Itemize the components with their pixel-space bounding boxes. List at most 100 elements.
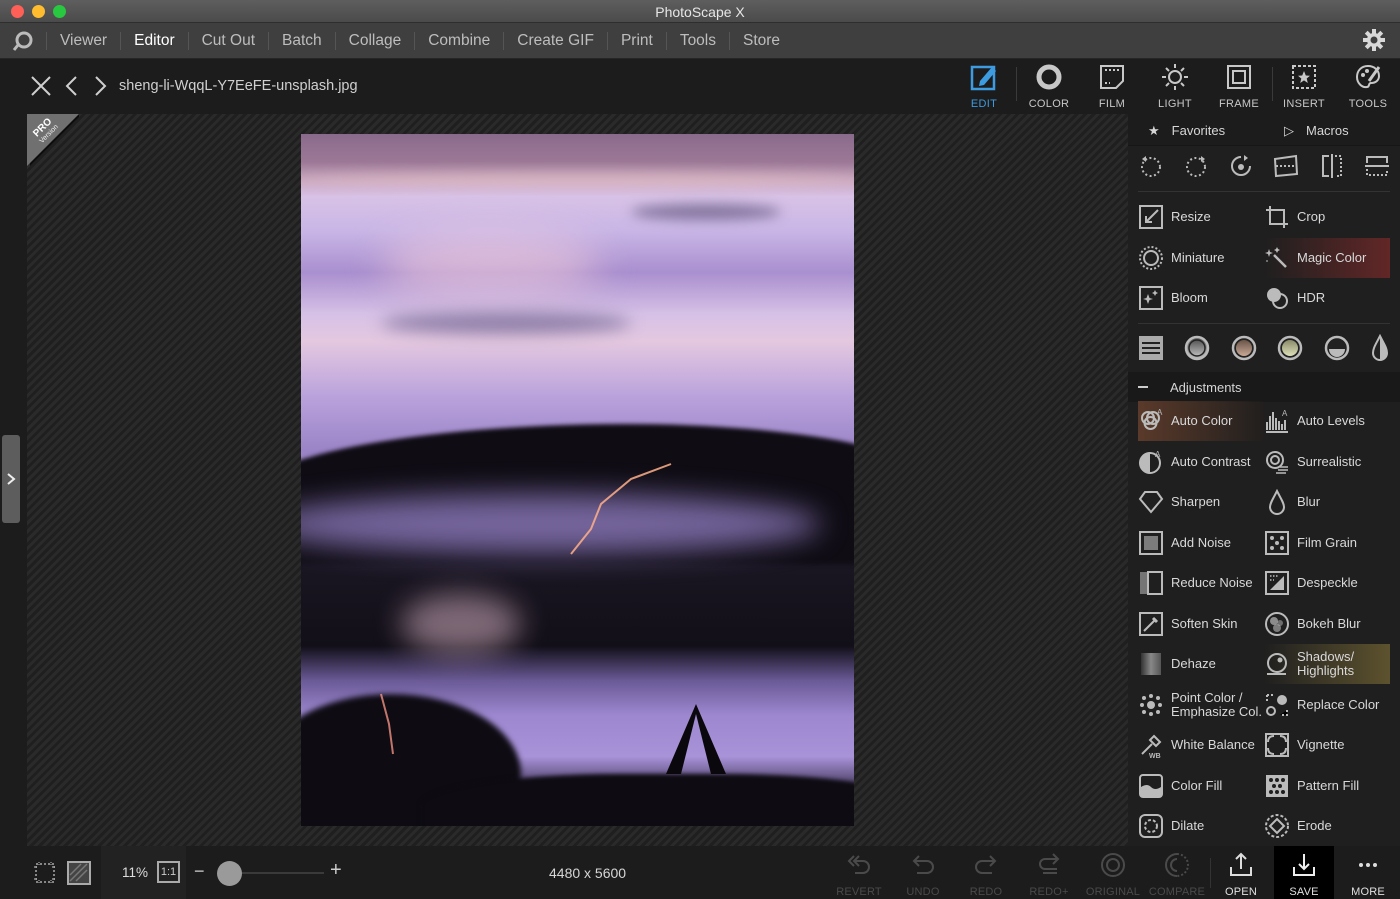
adjustment-color-fill[interactable]: Color Fill <box>1138 766 1264 806</box>
tool-crop[interactable]: Crop <box>1264 197 1390 237</box>
original-label: ORIGINAL <box>1085 886 1141 898</box>
flip-vertical-icon[interactable] <box>1364 153 1390 179</box>
straighten-icon[interactable] <box>1272 153 1300 179</box>
menu-store[interactable]: Store <box>729 31 793 50</box>
svg-text:WB: WB <box>1149 753 1161 758</box>
adjustment-auto-levels[interactable]: A Auto Levels <box>1264 401 1390 441</box>
adjustment-auto-contrast[interactable]: A Auto Contrast <box>1138 442 1264 482</box>
adjustment-surrealistic[interactable]: Surrealistic <box>1264 442 1390 482</box>
menu-editor[interactable]: Editor <box>120 31 188 50</box>
adjustment-white-balance[interactable]: WB White Balance <box>1138 725 1264 765</box>
pro-version-badge[interactable]: PRO Version <box>27 114 79 166</box>
warm-circle-icon[interactable] <box>1230 334 1258 362</box>
drop-icon[interactable] <box>1370 334 1390 362</box>
tab-insert[interactable]: INSERT <box>1274 63 1334 110</box>
actual-size-button[interactable]: 1:1 <box>157 861 180 883</box>
item-label: Resize <box>1171 209 1211 224</box>
menu-tools[interactable]: Tools <box>665 31 729 50</box>
close-icon[interactable] <box>30 75 52 102</box>
adjustment-bokeh-blur[interactable]: Bokeh Blur <box>1264 604 1390 644</box>
green-circle-icon[interactable] <box>1276 334 1304 362</box>
item-label: Film Grain <box>1297 534 1357 550</box>
adjustment-shadows-highlights[interactable]: Shadows/Highlights <box>1264 644 1390 684</box>
original-button[interactable]: ORIGINAL <box>1083 846 1143 899</box>
rotate-free-icon[interactable] <box>1228 153 1254 179</box>
previous-image-icon[interactable] <box>64 75 78 102</box>
editor-header: sheng-li-WqqL-Y7EeFE-unsplash.jpg EDIT C… <box>0 59 1400 114</box>
adjustment-soften-skin[interactable]: Soften Skin <box>1138 604 1264 644</box>
adjustment-add-noise[interactable]: Add Noise <box>1138 523 1264 563</box>
menu-print[interactable]: Print <box>606 31 666 50</box>
collapse-minus-icon[interactable] <box>1138 386 1148 388</box>
flip-horizontal-icon[interactable] <box>1319 153 1345 179</box>
menu-batch[interactable]: Batch <box>268 31 335 50</box>
adjustment-film-grain[interactable]: Film Grain <box>1264 523 1390 563</box>
adjustment-dilate[interactable]: Dilate <box>1138 806 1264 846</box>
redo-plus-button[interactable]: REDO+ <box>1019 846 1079 899</box>
tab-film[interactable]: FILM <box>1082 63 1142 110</box>
app-logo-icon[interactable] <box>0 30 46 52</box>
redo-button[interactable]: REDO <box>956 846 1016 899</box>
adjustment-despeckle[interactable]: Despeckle <box>1264 563 1390 603</box>
undo-button[interactable]: UNDO <box>893 846 953 899</box>
tab-color[interactable]: COLOR <box>1019 63 1079 110</box>
item-label: Add Noise <box>1171 534 1231 550</box>
gray-circle-icon[interactable] <box>1183 334 1211 362</box>
menu-viewer[interactable]: Viewer <box>46 31 120 50</box>
menu-collage[interactable]: Collage <box>334 31 415 50</box>
zoom-in-button[interactable]: + <box>330 859 342 882</box>
macros-button[interactable]: ▷ Macros <box>1284 123 1349 139</box>
half-circle-icon[interactable] <box>1323 334 1351 362</box>
adjustment-replace-color[interactable]: Replace Color <box>1264 685 1390 725</box>
adjustment-reduce-noise[interactable]: Reduce Noise <box>1138 563 1264 603</box>
adjustment-erode[interactable]: Erode <box>1264 806 1390 846</box>
tab-divider <box>1016 67 1017 101</box>
tool-resize[interactable]: Resize <box>1138 197 1264 237</box>
adjustment-blur[interactable]: Blur <box>1264 482 1390 522</box>
compare-button[interactable]: COMPARE <box>1147 846 1207 899</box>
rotate-right-icon[interactable] <box>1183 153 1209 179</box>
menu-combine[interactable]: Combine <box>414 31 503 50</box>
next-image-icon[interactable] <box>94 75 108 102</box>
zoom-slider-thumb[interactable] <box>217 861 243 886</box>
tab-light[interactable]: LIGHT <box>1145 63 1205 110</box>
more-button[interactable]: MORE <box>1338 846 1398 899</box>
background-toggle-icon[interactable] <box>67 861 91 890</box>
settings-gear-icon[interactable] <box>1362 28 1386 57</box>
menu-cut-out[interactable]: Cut Out <box>187 31 268 50</box>
save-button[interactable]: SAVE <box>1274 846 1334 899</box>
zoom-percent[interactable]: 11% <box>122 865 148 880</box>
open-label: OPEN <box>1225 886 1257 898</box>
tool-miniature[interactable]: Miniature <box>1138 238 1264 278</box>
revert-button[interactable]: REVERT <box>829 846 889 899</box>
original-icon <box>1101 853 1125 877</box>
levels-list-icon[interactable] <box>1138 335 1164 361</box>
auto-contrast-icon: A <box>1138 449 1164 475</box>
adjustment-vignette[interactable]: Vignette <box>1264 725 1390 765</box>
replace-color-icon <box>1264 692 1290 718</box>
tab-frame[interactable]: FRAME <box>1209 63 1269 110</box>
adjustment-point-color-emphasize-col[interactable]: Point Color / Emphasize Col. <box>1138 685 1264 725</box>
item-label: Auto Levels <box>1297 413 1365 428</box>
tab-edit[interactable]: EDIT <box>954 63 1014 110</box>
menu-create-gif[interactable]: Create GIF <box>503 31 607 50</box>
selection-marquee-icon[interactable] <box>33 861 57 890</box>
zoom-out-button[interactable]: − <box>194 861 205 882</box>
edited-photo[interactable] <box>301 134 854 826</box>
tool-bloom[interactable]: Bloom <box>1138 278 1264 318</box>
item-label: Bloom <box>1171 290 1208 305</box>
tool-magic-color[interactable]: Magic Color <box>1264 237 1390 278</box>
rotate-left-icon[interactable] <box>1138 153 1164 179</box>
open-icon <box>1230 852 1252 876</box>
open-button[interactable]: OPEN <box>1211 846 1271 899</box>
adjustment-pattern-fill[interactable]: Pattern Fill <box>1264 766 1390 806</box>
tab-tools[interactable]: TOOLS <box>1338 63 1398 110</box>
expand-sidebar-handle[interactable] <box>2 435 20 523</box>
tool-hdr[interactable]: HDR <box>1264 278 1390 318</box>
adjustment-auto-color[interactable]: A Auto Color <box>1138 401 1264 441</box>
favorites-button[interactable]: ★ Favorites <box>1148 123 1225 139</box>
redo-label: REDO <box>969 886 1003 898</box>
adjustment-sharpen[interactable]: Sharpen <box>1138 482 1264 522</box>
adjustments-section-header[interactable]: Adjustments <box>1128 372 1400 402</box>
adjustment-dehaze[interactable]: Dehaze <box>1138 644 1264 684</box>
